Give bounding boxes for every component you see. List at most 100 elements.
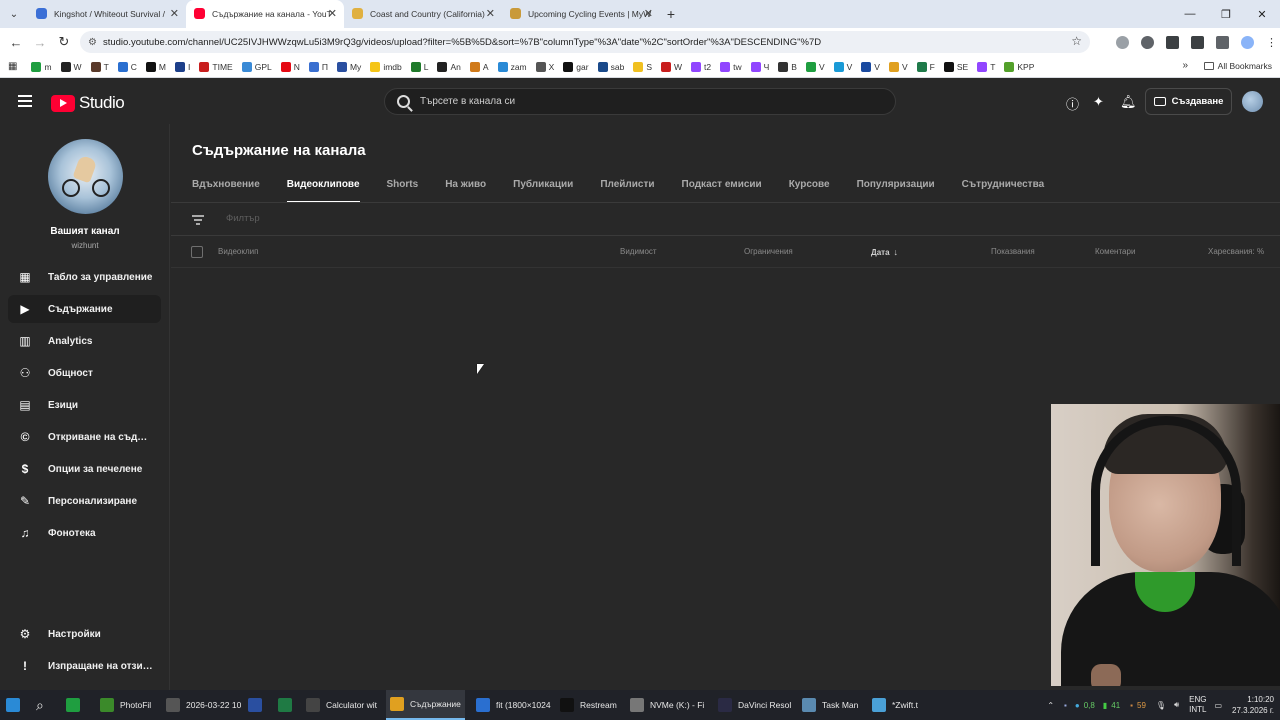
bookmark-item[interactable]: M [145, 61, 166, 72]
browser-tab[interactable]: Coast and Country (California) ✕ [344, 0, 502, 28]
notifications-bell-icon[interactable]: 🔔︎ [1120, 94, 1137, 110]
profile-avatar-icon[interactable] [1241, 35, 1254, 49]
minimize-icon[interactable]: — [1172, 0, 1208, 28]
bookmark-item[interactable]: T [977, 61, 995, 72]
taskbar-app[interactable]: DaVinci Resol [714, 690, 795, 720]
reading-list-icon[interactable] [1216, 35, 1229, 49]
extension-icon[interactable] [1141, 35, 1154, 49]
taskbar-app[interactable]: *Zwift.t [868, 690, 922, 720]
forward-icon[interactable]: → [28, 35, 52, 50]
extension-icon[interactable] [1116, 35, 1129, 49]
bookmark-item[interactable]: F [916, 61, 935, 72]
bookmark-item[interactable]: GPL [241, 61, 272, 72]
sidebar-item[interactable]: © Откриване на съдър... [8, 423, 161, 451]
taskbar-app[interactable] [274, 690, 302, 720]
bookmark-item[interactable]: Ч [750, 61, 769, 72]
close-icon[interactable]: ✕ [644, 7, 653, 20]
bookmark-item[interactable]: tw [720, 61, 742, 72]
clock[interactable]: 1:10:20 27.3.2026 г. [1232, 694, 1274, 716]
bookmark-item[interactable]: m [31, 61, 52, 72]
url-text[interactable]: studio.youtube.com/channel/UC25IVJHWWzqw… [103, 37, 1063, 48]
bookmarks-overflow-icon[interactable]: » [1182, 60, 1188, 71]
content-tab[interactable]: На живо [445, 179, 486, 203]
channel-search-input[interactable] [420, 96, 880, 107]
content-tab[interactable]: Shorts [387, 179, 419, 203]
bookmark-item[interactable]: V [888, 61, 908, 72]
taskbar-app[interactable]: 2026-03-22 10 [162, 690, 245, 720]
content-tab[interactable]: Подкаст емисии [682, 179, 762, 203]
taskbar-app[interactable]: Calculator wit [302, 690, 381, 720]
restore-icon[interactable]: ❐ [1208, 0, 1244, 28]
sidebar-bottom-item[interactable]: ! Изпращане на отзиви [8, 652, 161, 680]
browser-tab[interactable]: Kingshot / Whiteout Survival / ✕ [28, 0, 186, 28]
extensions-puzzle-icon[interactable] [1166, 35, 1179, 49]
tray-icon[interactable]: ● [1075, 701, 1080, 710]
taskbar-app[interactable] [66, 690, 86, 720]
bookmark-item[interactable]: TIME [199, 61, 233, 72]
sidebar-item[interactable]: ⚇ Общност [8, 359, 161, 387]
bookmark-item[interactable]: My [336, 61, 361, 72]
sidebar-bottom-item[interactable]: ⚙ Настройки [8, 620, 161, 648]
new-tab-button[interactable]: + [660, 6, 682, 22]
input-language[interactable]: ENG INTL [1189, 695, 1206, 715]
download-icon[interactable] [1191, 35, 1204, 49]
taskbar-app[interactable]: fit (1800×1024 [472, 690, 555, 720]
sidebar-item[interactable]: ▶ Съдържание [8, 295, 161, 323]
sidebar-item[interactable]: ✎ Персонализиране [8, 487, 161, 515]
bookmark-item[interactable]: T [90, 61, 109, 72]
taskbar-app[interactable]: Restream [556, 690, 621, 720]
sidebar-item[interactable]: $ Опции за печелене [8, 455, 161, 483]
taskbar-app[interactable]: Task Man [798, 690, 862, 720]
sparkle-icon[interactable]: ✦ [1093, 94, 1104, 110]
reload-icon[interactable]: ↻ [52, 34, 76, 50]
menu-icon[interactable] [18, 95, 32, 107]
address-bar[interactable]: ⚙ studio.youtube.com/channel/UC25IVJHWWz… [80, 31, 1090, 53]
content-tab[interactable]: Курсове [789, 179, 830, 203]
sort-descending-icon[interactable]: ↓ [894, 247, 899, 257]
tray-chevron-icon[interactable]: ⌃ [1047, 701, 1054, 710]
bookmark-item[interactable]: t2 [691, 61, 711, 72]
browser-menu-icon[interactable]: ⋮ [1266, 36, 1277, 49]
bookmark-item[interactable]: L [410, 61, 428, 72]
taskbar-app[interactable] [244, 690, 272, 720]
channel-search[interactable] [384, 88, 896, 115]
close-icon[interactable]: ✕ [486, 7, 495, 20]
col-restrictions[interactable]: Ограничения [744, 247, 793, 256]
col-likes[interactable]: Харесвания: % [1208, 247, 1264, 256]
create-button[interactable]: Създаване [1145, 88, 1232, 115]
content-tab[interactable]: Популяризации [857, 179, 935, 203]
select-all-checkbox[interactable] [191, 246, 203, 258]
taskbar-app[interactable]: Съдържание [386, 690, 465, 720]
bookmark-item[interactable]: An [437, 61, 461, 72]
back-icon[interactable]: ← [4, 35, 28, 50]
microphone-icon[interactable]: 🎙︎ [1156, 701, 1166, 710]
site-info-icon[interactable]: ⚙ [88, 37, 97, 48]
sidebar-item[interactable]: ▥ Analytics [8, 327, 161, 355]
content-tab[interactable]: Сътрудничества [962, 179, 1045, 203]
browser-tab[interactable]: Upcoming Cycling Events | MyW ✕ [502, 0, 660, 28]
bookmark-item[interactable]: V [805, 61, 825, 72]
taskbar-app[interactable]: PhotoFil [96, 690, 155, 720]
channel-avatar[interactable] [48, 139, 123, 214]
bookmark-item[interactable]: sab [597, 61, 624, 72]
taskbar-app[interactable]: NVMe (K:) - Fi [626, 690, 708, 720]
all-bookmarks-button[interactable]: All Bookmarks [1203, 61, 1272, 71]
bookmark-item[interactable]: V [861, 61, 880, 72]
tab-search-icon[interactable]: ⌄ [0, 0, 28, 28]
gpu-icon[interactable]: ▮ [1103, 701, 1107, 710]
bookmark-item[interactable]: S [633, 61, 652, 72]
studio-logo[interactable]: Studio [51, 93, 125, 113]
bookmark-item[interactable]: zam [497, 61, 527, 72]
bookmark-item[interactable]: N [280, 61, 300, 72]
sidebar-item[interactable]: ▤ Езици [8, 391, 161, 419]
content-tab[interactable]: Публикации [513, 179, 573, 203]
window-close-icon[interactable]: ✕ [1244, 0, 1280, 28]
sidebar-item[interactable]: ♫ Фонотека [8, 519, 161, 547]
bookmark-item[interactable]: X [535, 61, 554, 72]
col-video[interactable]: Видеоклип [218, 247, 258, 256]
tray-icon[interactable]: ▪ [1064, 701, 1067, 710]
browser-tab-active[interactable]: Съдържание на канала - YouT ✕ [186, 0, 344, 28]
bookmark-item[interactable]: W [660, 61, 682, 72]
filter-input[interactable] [226, 213, 526, 224]
bookmark-item[interactable]: SE [943, 61, 968, 72]
